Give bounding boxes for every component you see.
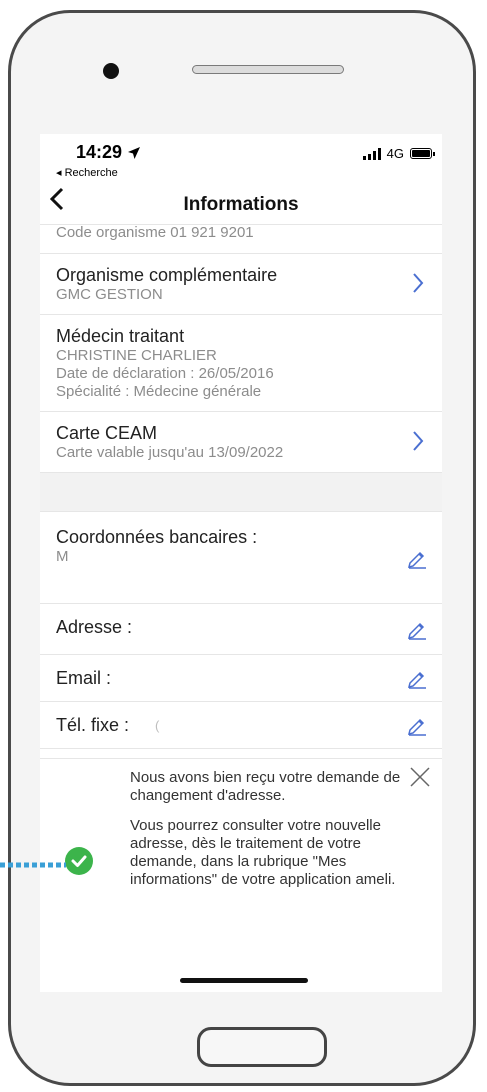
row-detail: CHRISTINE CHARLIER <box>56 347 217 364</box>
back-to-search-link[interactable]: ◂ Recherche <box>56 166 118 179</box>
field-label: Email : <box>56 668 112 688</box>
pencil-icon[interactable] <box>406 618 428 640</box>
status-indicators: 4G <box>362 146 435 161</box>
row-adresse: Adresse : <box>40 604 442 655</box>
confirmation-toast: Nous avons bien reçu votre demande de ch… <box>40 758 442 992</box>
page-title: Informations <box>183 194 299 215</box>
app-screen: 14:29 ◂ Recherche 4G Informations Code o… <box>40 134 442 992</box>
field-label: Adresse : <box>56 617 133 637</box>
row-tel-fixe: Tél. fixe : ( <box>40 702 442 749</box>
row-detail: GMC GESTION <box>56 286 163 303</box>
network-type: 4G <box>386 146 404 161</box>
row-title: Coordonnées bancaires : <box>56 527 258 547</box>
section-divider <box>40 473 442 512</box>
signal-icon <box>362 147 381 160</box>
row-detail: Carte valable jusqu'au 13/09/2022 <box>56 444 284 461</box>
row-coordonnees-bancaires: Coordonnées bancaires : M <box>40 512 442 604</box>
row-detail: Spécialité : Médecine générale <box>56 383 262 400</box>
row-title: Organisme complémentaire <box>56 265 278 285</box>
row-title: Médecin traitant <box>56 326 185 346</box>
location-arrow-icon <box>128 147 141 160</box>
chevron-right-icon <box>412 430 424 457</box>
row-detail: Date de déclaration : 26/05/2016 <box>56 365 274 382</box>
toast-line: Nous avons bien reçu votre demande de ch… <box>130 769 401 804</box>
pencil-icon[interactable] <box>406 547 428 569</box>
row-title: Carte CEAM <box>56 423 158 443</box>
front-camera <box>103 63 119 79</box>
row-organisme-complementaire[interactable]: Organisme complémentaire GMC GESTION <box>40 254 442 315</box>
info-list: Code organisme 01 921 9201 Organisme com… <box>40 225 442 749</box>
earpiece-speaker <box>192 65 344 74</box>
row-carte-ceam[interactable]: Carte CEAM Carte valable jusqu'au 13/09/… <box>40 412 442 473</box>
field-label: Tél. fixe : <box>56 715 130 735</box>
annotation-pointer <box>0 862 66 868</box>
toast-line: Vous pourrez consulter votre nouvelle ad… <box>130 817 396 888</box>
row-email: Email : <box>40 655 442 702</box>
battery-icon <box>410 148 435 159</box>
field-value: ( <box>155 718 160 733</box>
pencil-icon[interactable] <box>406 667 428 689</box>
code-organisme: Code organisme 01 921 9201 <box>40 225 442 254</box>
chevron-right-icon <box>412 272 424 299</box>
navigation-bar: Informations <box>40 182 442 225</box>
pencil-icon[interactable] <box>406 714 428 736</box>
row-medecin-traitant: Médecin traitant CHRISTINE CHARLIER Date… <box>40 315 442 412</box>
home-indicator[interactable] <box>180 978 308 983</box>
row-detail: M <box>56 548 69 565</box>
status-time: 14:29 <box>76 142 141 163</box>
home-button[interactable] <box>197 1027 327 1067</box>
toast-message: Nous avons bien reçu votre demande de ch… <box>130 769 420 901</box>
check-circle-icon <box>65 847 93 875</box>
